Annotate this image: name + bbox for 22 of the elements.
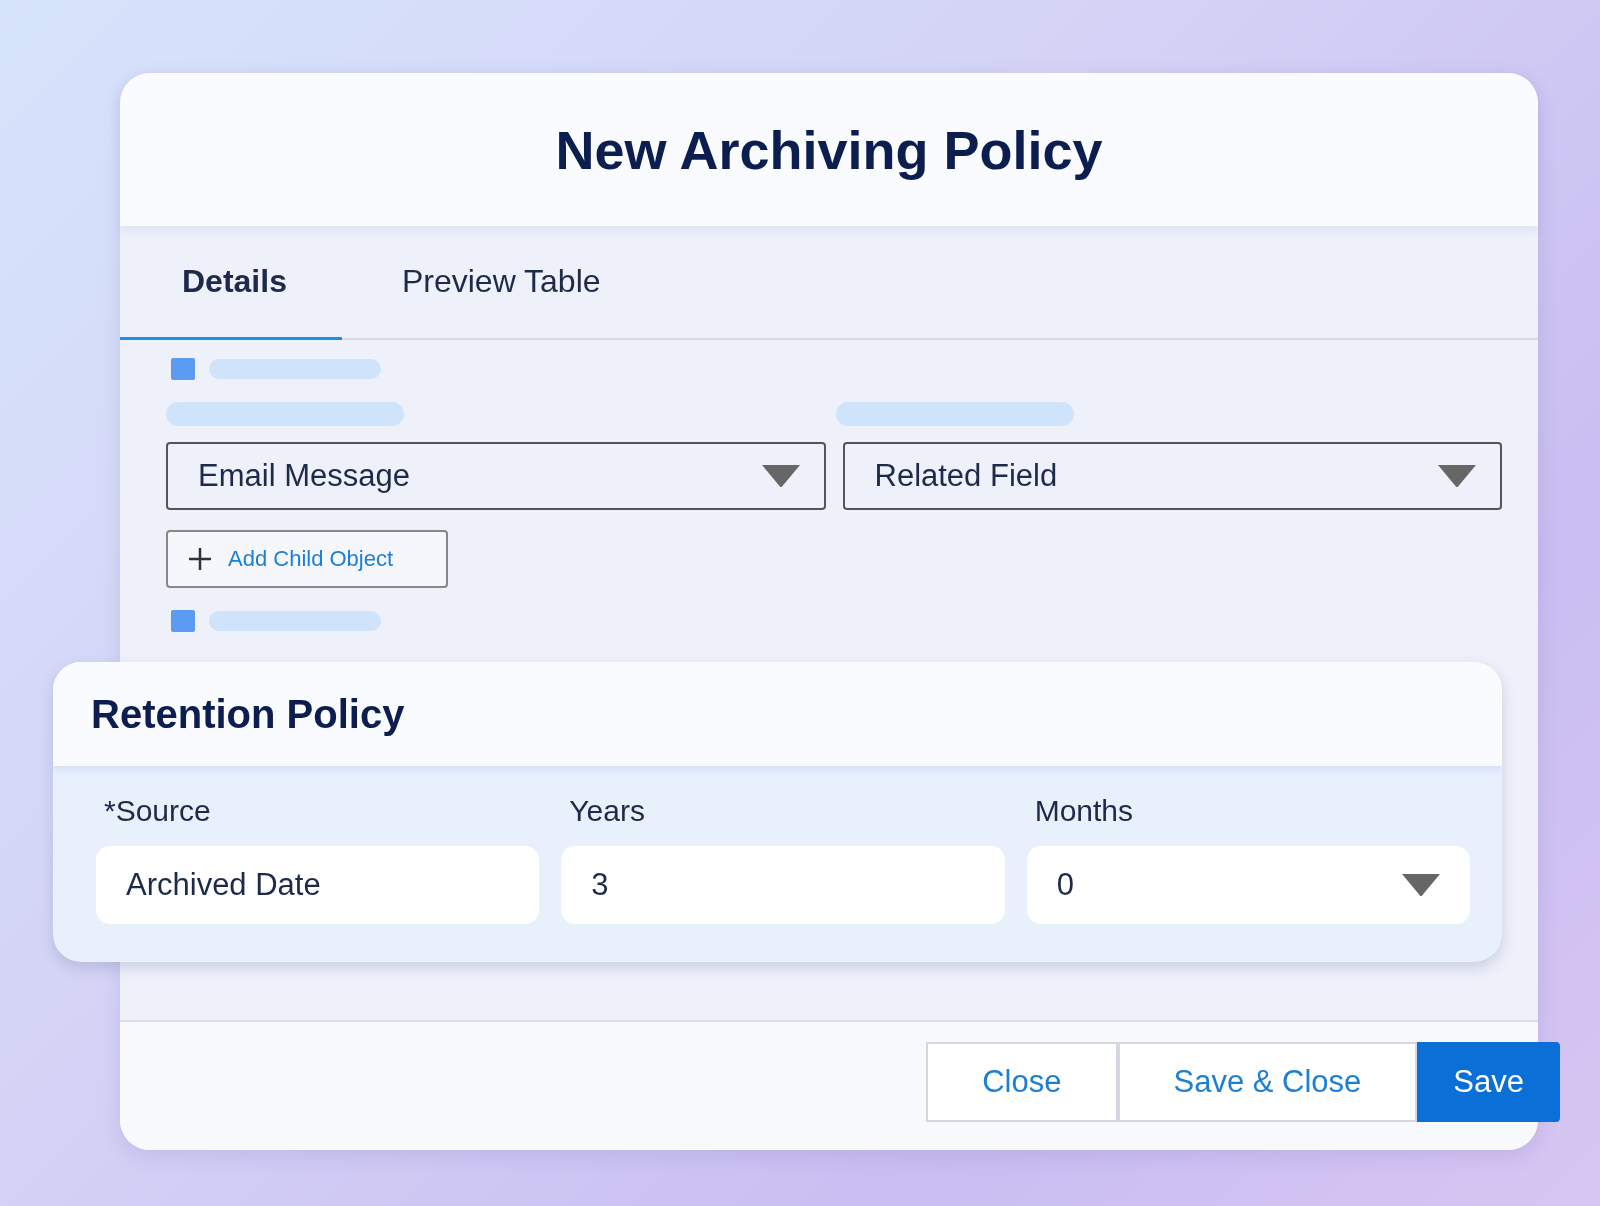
dialog-button[interactable]: Close <box>926 1042 1118 1122</box>
add-child-button[interactable]: Add Child Object <box>166 530 448 588</box>
input-field[interactable]: 3 <box>561 846 1005 924</box>
tab[interactable]: Preview Table <box>341 226 651 340</box>
caret-icon <box>761 464 800 488</box>
checkbox-placeholder <box>171 610 195 632</box>
field-label: Years <box>568 794 646 828</box>
section-title: Retention Policy <box>91 691 405 737</box>
dialog-button[interactable]: Save <box>1417 1042 1560 1122</box>
tab[interactable]: Details <box>120 226 342 340</box>
field-label: *Source <box>103 794 212 828</box>
caret-icon <box>1402 873 1440 897</box>
checkbox-placeholder <box>171 358 195 380</box>
input-field[interactable]: Archived Date <box>96 846 540 924</box>
dropdown[interactable]: 0 <box>1026 846 1470 924</box>
plus-icon <box>188 547 212 571</box>
dropdown[interactable]: Email Message <box>166 442 826 510</box>
caret-icon <box>1438 464 1476 488</box>
field-label: Months <box>1033 794 1135 828</box>
dialog-title: New Archiving Policy <box>555 118 1103 181</box>
dialog-button[interactable]: Save & Close <box>1117 1042 1418 1122</box>
dropdown[interactable]: Related Field <box>842 442 1502 510</box>
